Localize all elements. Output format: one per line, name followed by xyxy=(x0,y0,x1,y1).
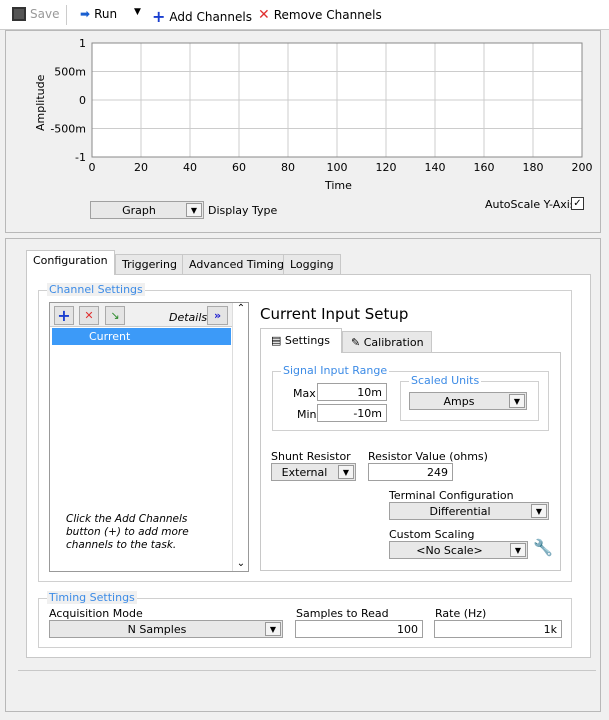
shunt-label: Shunt Resistor xyxy=(271,450,351,463)
x-tick-label: 140 xyxy=(425,161,446,174)
toolbar: Save ➡ Run ▼ + Add Channels ✕ Remove Channe… xyxy=(0,0,609,30)
x-tick-label: 0 xyxy=(89,161,96,174)
samples-label: Samples to Read xyxy=(296,607,389,620)
terminal-select[interactable]: Differential ▼ xyxy=(389,502,549,520)
samples-input[interactable]: 100 xyxy=(295,620,423,638)
x-tick-label: 200 xyxy=(572,161,593,174)
tab-advanced-timing[interactable]: Advanced Timing xyxy=(182,254,291,275)
rate-input[interactable]: 1k xyxy=(434,620,562,638)
graph-panel: 1 500m 0 -500m -1 0 20 40 60 80 100 120 140 160 180 200… xyxy=(5,30,601,233)
calibration-icon: ✎ xyxy=(351,336,361,349)
x-icon: ✕ xyxy=(258,7,270,23)
divider xyxy=(18,670,596,671)
autoscale-checkbox[interactable]: ✓ xyxy=(571,197,584,210)
chevron-down-icon: ▼ xyxy=(531,504,547,518)
arrow-right-icon: ➡ xyxy=(80,7,91,21)
rate-label: Rate (Hz) xyxy=(435,607,487,620)
y-tick-label: 1 xyxy=(79,37,86,50)
tab-calibration[interactable]: ✎ Calibration xyxy=(342,331,432,353)
autoscale-label: AutoScale Y-Axis xyxy=(485,198,576,211)
scaled-units-select[interactable]: Amps ▼ xyxy=(409,392,527,410)
details-label: Details xyxy=(169,311,208,324)
shunt-select[interactable]: External ▼ xyxy=(271,463,356,481)
mode-label: Acquisition Mode xyxy=(49,607,143,620)
save-button[interactable]: Save xyxy=(12,7,59,21)
settings-icon: ▤ xyxy=(271,334,282,347)
chevron-down-icon: ▼ xyxy=(186,203,202,217)
tab-settings[interactable]: ▤ Settings xyxy=(260,328,342,353)
y-tick-label: 0 xyxy=(79,94,86,107)
y-tick-label: -1 xyxy=(75,151,86,164)
chevron-down-icon: ▼ xyxy=(338,465,354,479)
x-axis-label: Time xyxy=(325,179,352,192)
scaling-select[interactable]: <No Scale> ▼ xyxy=(389,541,528,559)
terminal-label: Terminal Configuration xyxy=(389,489,514,502)
wrench-icon[interactable]: 🔧 xyxy=(533,538,553,557)
details-expand-button[interactable]: » xyxy=(207,306,228,325)
scrollbar[interactable]: ⌃ ⌄ xyxy=(232,303,249,571)
hint-text: Click the Add Channels button (+) to add… xyxy=(66,513,189,551)
tab-triggering[interactable]: Triggering xyxy=(115,254,184,275)
x-tick-label: 20 xyxy=(134,161,148,174)
x-tick-label: 40 xyxy=(183,161,197,174)
chevron-down-icon: ▼ xyxy=(509,394,525,408)
divider xyxy=(66,5,67,25)
y-tick-label: -500m xyxy=(50,123,86,136)
resistor-label: Resistor Value (ohms) xyxy=(368,450,488,463)
sort-channel-icon[interactable]: ↘ xyxy=(105,306,125,325)
waveform-graph: 1500m0-500m-10 20 40 60 80 100 120 140 160 180 200 xyxy=(50,37,593,174)
remove-channel-button[interactable]: ✕ xyxy=(79,306,99,325)
scaling-label: Custom Scaling xyxy=(389,528,475,541)
channel-list: + ✕ ↘ Details » Current ⌃ ⌄ Click the Add… xyxy=(49,302,249,572)
x-tick-label: 80 xyxy=(281,161,295,174)
x-tick-label: 120 xyxy=(376,161,397,174)
plus-icon: + xyxy=(152,7,166,26)
chevron-down-icon: ▼ xyxy=(510,543,526,557)
tab-logging[interactable]: Logging xyxy=(283,254,341,275)
x-tick-label: 180 xyxy=(523,161,544,174)
max-label: Max xyxy=(293,387,316,400)
max-input[interactable]: 10m xyxy=(317,383,387,401)
tab-configuration[interactable]: Configuration xyxy=(26,250,115,275)
y-tick-label: 500m xyxy=(54,66,86,79)
setup-title: Current Input Setup xyxy=(260,305,409,323)
resistor-input[interactable]: 249 xyxy=(368,463,453,481)
chevron-down-icon: ▼ xyxy=(265,622,281,636)
save-icon xyxy=(12,7,26,21)
run-button[interactable]: ➡ Run xyxy=(80,7,117,21)
display-type-label: Display Type xyxy=(208,204,278,217)
x-tick-label: 60 xyxy=(232,161,246,174)
add-channel-button[interactable]: + xyxy=(54,306,74,325)
min-input[interactable]: -10m xyxy=(317,404,387,422)
min-label: Min xyxy=(297,408,317,421)
add-channels-button[interactable]: + Add Channels xyxy=(152,7,252,26)
run-dropdown-icon[interactable]: ▼ xyxy=(134,7,141,17)
remove-channels-button[interactable]: ✕ Remove Channels xyxy=(258,7,382,23)
x-tick-label: 100 xyxy=(327,161,348,174)
channel-item[interactable]: Current xyxy=(52,328,231,345)
y-axis-label: Amplitude xyxy=(34,74,47,131)
acquisition-mode-select[interactable]: N Samples ▼ xyxy=(49,620,283,638)
display-type-select[interactable]: Graph ▼ xyxy=(90,201,204,219)
x-tick-label: 160 xyxy=(474,161,495,174)
